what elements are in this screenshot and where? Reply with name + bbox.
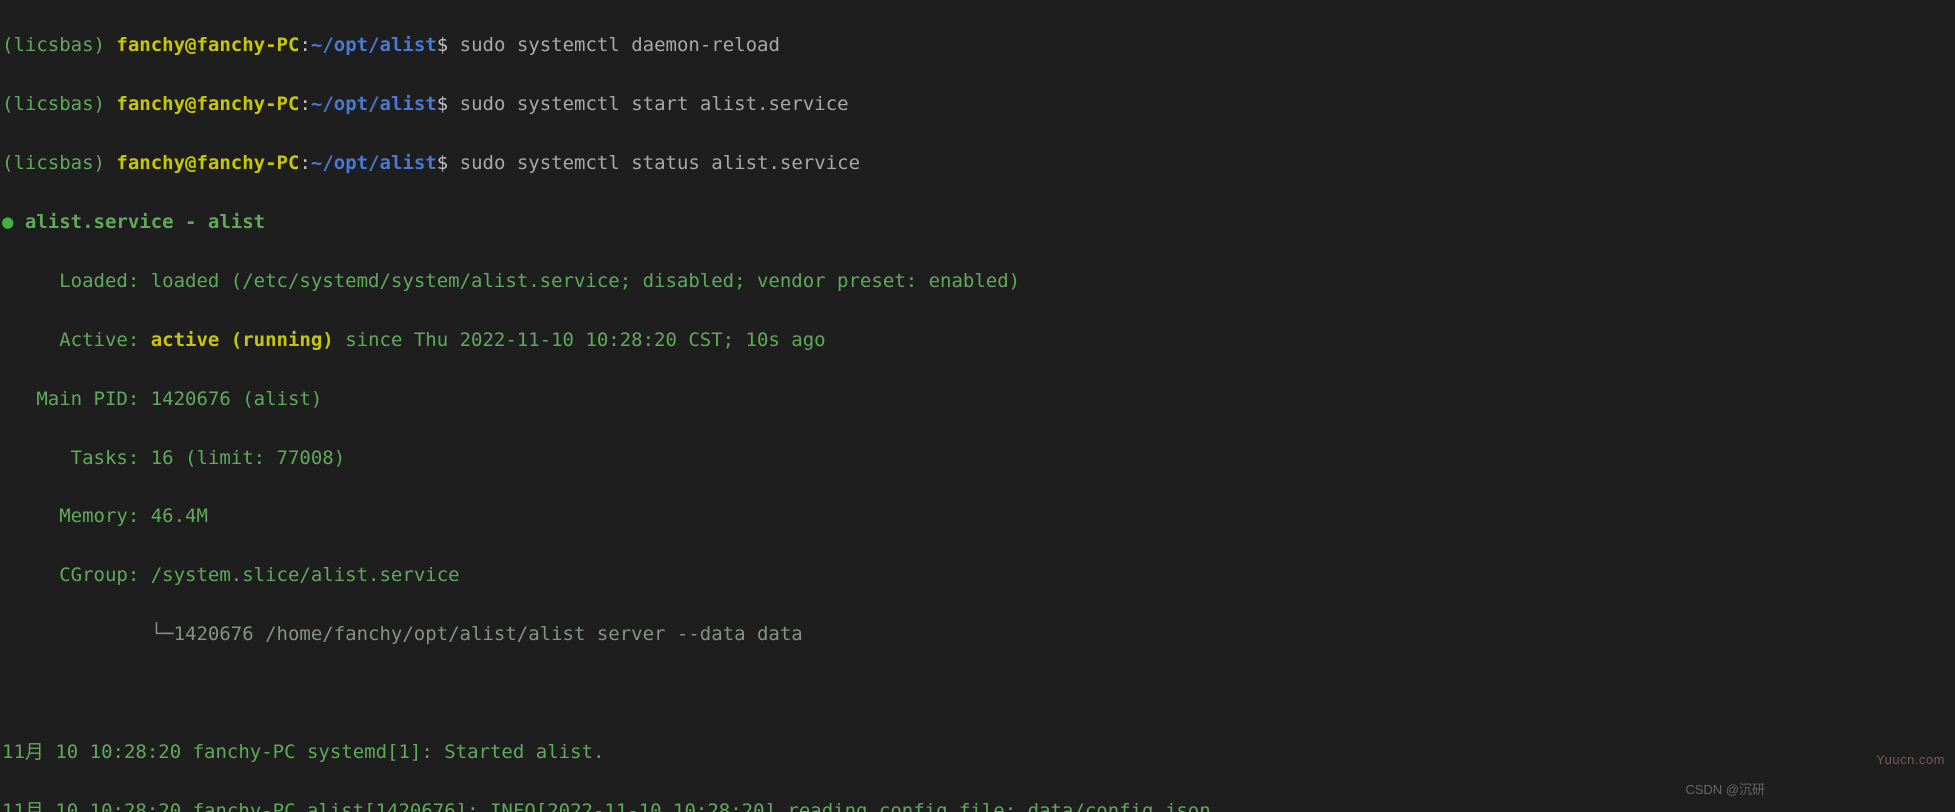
status-memory: Memory: 46.4M	[2, 502, 1953, 531]
status-header: ● alist.service - alist	[2, 208, 1953, 237]
status-mainpid: Main PID: 1420676 (alist)	[2, 385, 1953, 414]
blank-line	[2, 679, 1953, 708]
log-line: 11月 10 10:28:20 fanchy-PC alist[1420676]…	[2, 797, 1953, 812]
status-dot-icon: ●	[2, 211, 13, 233]
prompt-path: ~/opt/alist	[311, 34, 437, 56]
terminal[interactable]: (licsbas) fanchy@fanchy-PC:~/opt/alist$ …	[0, 0, 1955, 812]
watermark-csdn: CSDN @沉研	[1685, 780, 1765, 800]
command-text: sudo systemctl daemon-reload	[460, 34, 780, 56]
status-cgroup: CGroup: /system.slice/alist.service	[2, 561, 1953, 590]
status-cgroup-tree: └─1420676 /home/fanchy/opt/alist/alist s…	[2, 620, 1953, 649]
prompt-user: fanchy@fanchy-PC	[116, 34, 299, 56]
command-text: sudo systemctl start alist.service	[460, 93, 849, 115]
log-line: 11月 10 10:28:20 fanchy-PC systemd[1]: St…	[2, 738, 1953, 767]
prompt-line-1: (licsbas) fanchy@fanchy-PC:~/opt/alist$ …	[2, 31, 1953, 60]
prompt-line-3: (licsbas) fanchy@fanchy-PC:~/opt/alist$ …	[2, 149, 1953, 178]
status-tasks: Tasks: 16 (limit: 77008)	[2, 444, 1953, 473]
status-active: Active: active (running) since Thu 2022-…	[2, 326, 1953, 355]
prompt-line-2: (licsbas) fanchy@fanchy-PC:~/opt/alist$ …	[2, 90, 1953, 119]
status-loaded: Loaded: loaded (/etc/systemd/system/alis…	[2, 267, 1953, 296]
prompt-env: (licsbas)	[2, 34, 105, 56]
command-text: sudo systemctl status alist.service	[460, 152, 860, 174]
watermark-yuucn: Yuucn.com	[1876, 750, 1945, 770]
